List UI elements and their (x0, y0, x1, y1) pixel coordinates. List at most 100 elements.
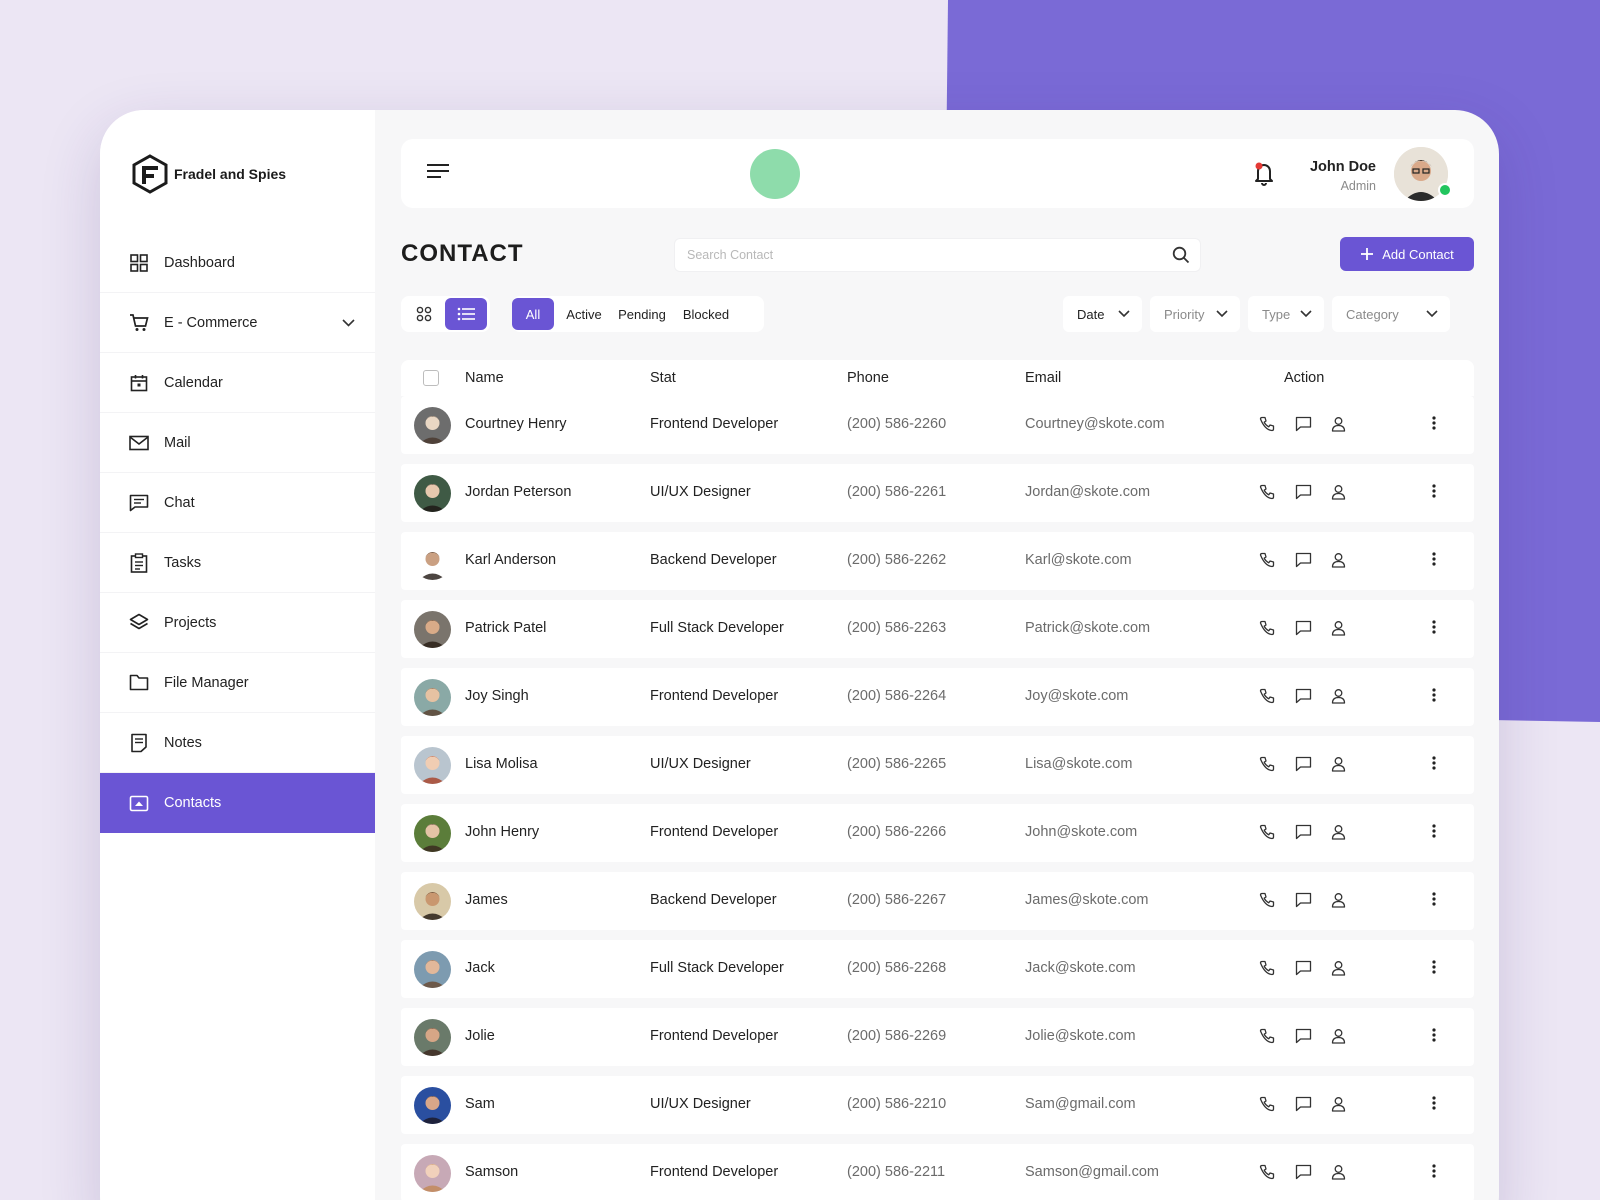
sidebar-item-file-manager[interactable]: File Manager (100, 653, 375, 713)
date-filter[interactable]: Date (1063, 296, 1142, 332)
profile-icon[interactable] (1331, 824, 1346, 845)
more-options-icon[interactable] (1431, 415, 1437, 436)
message-icon[interactable] (1295, 1028, 1312, 1049)
search-icon[interactable] (1172, 246, 1190, 264)
more-options-icon[interactable] (1431, 959, 1437, 980)
grid-icon (128, 252, 150, 274)
select-all-checkbox[interactable] (423, 370, 439, 386)
sidebar-item-contacts[interactable]: Contacts (100, 773, 375, 833)
more-options-icon[interactable] (1431, 1163, 1437, 1184)
table-row[interactable]: Karl Anderson Backend Developer (200) 586-… (401, 532, 1474, 590)
profile-icon[interactable] (1331, 756, 1346, 777)
user-role: Admin (1340, 179, 1376, 193)
list-view-button[interactable] (445, 298, 487, 330)
grid-view-button[interactable] (405, 298, 443, 330)
category-filter[interactable]: Category (1332, 296, 1450, 332)
notification-bell-icon[interactable] (1251, 159, 1277, 187)
more-options-icon[interactable] (1431, 551, 1437, 572)
sidebar-item-tasks[interactable]: Tasks (100, 533, 375, 593)
table-row[interactable]: Joy Singh Frontend Developer (200) 586-226… (401, 668, 1474, 726)
message-icon[interactable] (1295, 824, 1312, 845)
sidebar-nav: Dashboard E - Commerce Calendar Mail Chat Tas… (100, 233, 375, 833)
more-options-icon[interactable] (1431, 823, 1437, 844)
tab-all[interactable]: All (512, 298, 554, 330)
phone-icon[interactable] (1259, 756, 1275, 777)
profile-icon[interactable] (1331, 416, 1346, 437)
more-options-icon[interactable] (1431, 483, 1437, 504)
tab-active[interactable]: Active (564, 298, 604, 330)
column-header-email: Email (1025, 370, 1062, 386)
type-filter[interactable]: Type (1248, 296, 1324, 332)
message-icon[interactable] (1295, 756, 1312, 777)
sidebar-item-notes[interactable]: Notes (100, 713, 375, 773)
contact-phone: (200) 586-2269 (847, 1028, 947, 1044)
phone-icon[interactable] (1259, 1164, 1275, 1185)
phone-icon[interactable] (1259, 552, 1275, 573)
contact-name: James (465, 892, 508, 908)
phone-icon[interactable] (1259, 620, 1275, 641)
contact-phone: (200) 586-2260 (847, 416, 947, 432)
sidebar-item-dashboard[interactable]: Dashboard (100, 233, 375, 293)
phone-icon[interactable] (1259, 416, 1275, 437)
tab-pending[interactable]: Pending (616, 298, 668, 330)
table-row[interactable]: Patrick Patel Full Stack Developer (200) 5… (401, 600, 1474, 658)
profile-icon[interactable] (1331, 1028, 1346, 1049)
message-icon[interactable] (1295, 892, 1312, 913)
message-icon[interactable] (1295, 552, 1312, 573)
table-row[interactable]: Samson Frontend Developer (200) 586-2211 Sa… (401, 1144, 1474, 1200)
table-row[interactable]: Sam UI/UX Designer (200) 586-2210 Sam@gmail… (401, 1076, 1474, 1134)
sidebar-item-calendar[interactable]: Calendar (100, 353, 375, 413)
phone-icon[interactable] (1259, 1096, 1275, 1117)
table-row[interactable]: Courtney Henry Frontend Developer (200) 58… (401, 396, 1474, 454)
message-icon[interactable] (1295, 1164, 1312, 1185)
phone-icon[interactable] (1259, 484, 1275, 505)
profile-icon[interactable] (1331, 620, 1346, 641)
more-options-icon[interactable] (1431, 1027, 1437, 1048)
contact-email: John@skote.com (1025, 824, 1138, 840)
message-icon[interactable] (1295, 484, 1312, 505)
message-icon[interactable] (1295, 620, 1312, 641)
profile-icon[interactable] (1331, 688, 1346, 709)
sidebar-item-e-commerce[interactable]: E - Commerce (100, 293, 375, 353)
message-icon[interactable] (1295, 1096, 1312, 1117)
profile-icon[interactable] (1331, 1164, 1346, 1185)
table-row[interactable]: Jolie Frontend Developer (200) 586-2269 Jol… (401, 1008, 1474, 1066)
priority-filter[interactable]: Priority (1150, 296, 1240, 332)
more-options-icon[interactable] (1431, 1095, 1437, 1116)
phone-icon[interactable] (1259, 1028, 1275, 1049)
sidebar-item-mail[interactable]: Mail (100, 413, 375, 473)
sidebar-item-label: Dashboard (164, 254, 235, 271)
profile-icon[interactable] (1331, 1096, 1346, 1117)
profile-icon[interactable] (1331, 960, 1346, 981)
hamburger-menu-icon[interactable] (427, 163, 449, 179)
chevron-down-icon[interactable] (342, 318, 355, 327)
sidebar-item-projects[interactable]: Projects (100, 593, 375, 653)
contact-phone: (200) 586-2264 (847, 688, 947, 704)
table-row[interactable]: Jack Full Stack Developer (200) 586-2268 Ja… (401, 940, 1474, 998)
message-icon[interactable] (1295, 416, 1312, 437)
add-contact-button[interactable]: Add Contact (1340, 237, 1474, 271)
table-row[interactable]: John Henry Frontend Developer (200) 586-22… (401, 804, 1474, 862)
more-options-icon[interactable] (1431, 891, 1437, 912)
more-options-icon[interactable] (1431, 687, 1437, 708)
message-icon[interactable] (1295, 960, 1312, 981)
table-row[interactable]: Lisa Molisa UI/UX Designer (200) 586-2265 L… (401, 736, 1474, 794)
profile-icon[interactable] (1331, 892, 1346, 913)
column-header-action: Action (1284, 370, 1325, 386)
profile-icon[interactable] (1331, 552, 1346, 573)
more-options-icon[interactable] (1431, 619, 1437, 640)
brand-logo[interactable]: Fradel and Spies (132, 154, 286, 194)
more-options-icon[interactable] (1431, 755, 1437, 776)
contact-email: Karl@skote.com (1025, 552, 1132, 568)
phone-icon[interactable] (1259, 688, 1275, 709)
table-row[interactable]: James Backend Developer (200) 586-2267 Jame… (401, 872, 1474, 930)
search-input[interactable] (675, 239, 1145, 271)
message-icon[interactable] (1295, 688, 1312, 709)
profile-icon[interactable] (1331, 484, 1346, 505)
phone-icon[interactable] (1259, 960, 1275, 981)
table-row[interactable]: Jordan Peterson UI/UX Designer (200) 586-2… (401, 464, 1474, 522)
phone-icon[interactable] (1259, 892, 1275, 913)
sidebar-item-chat[interactable]: Chat (100, 473, 375, 533)
phone-icon[interactable] (1259, 824, 1275, 845)
tab-blocked[interactable]: Blocked (680, 298, 732, 330)
